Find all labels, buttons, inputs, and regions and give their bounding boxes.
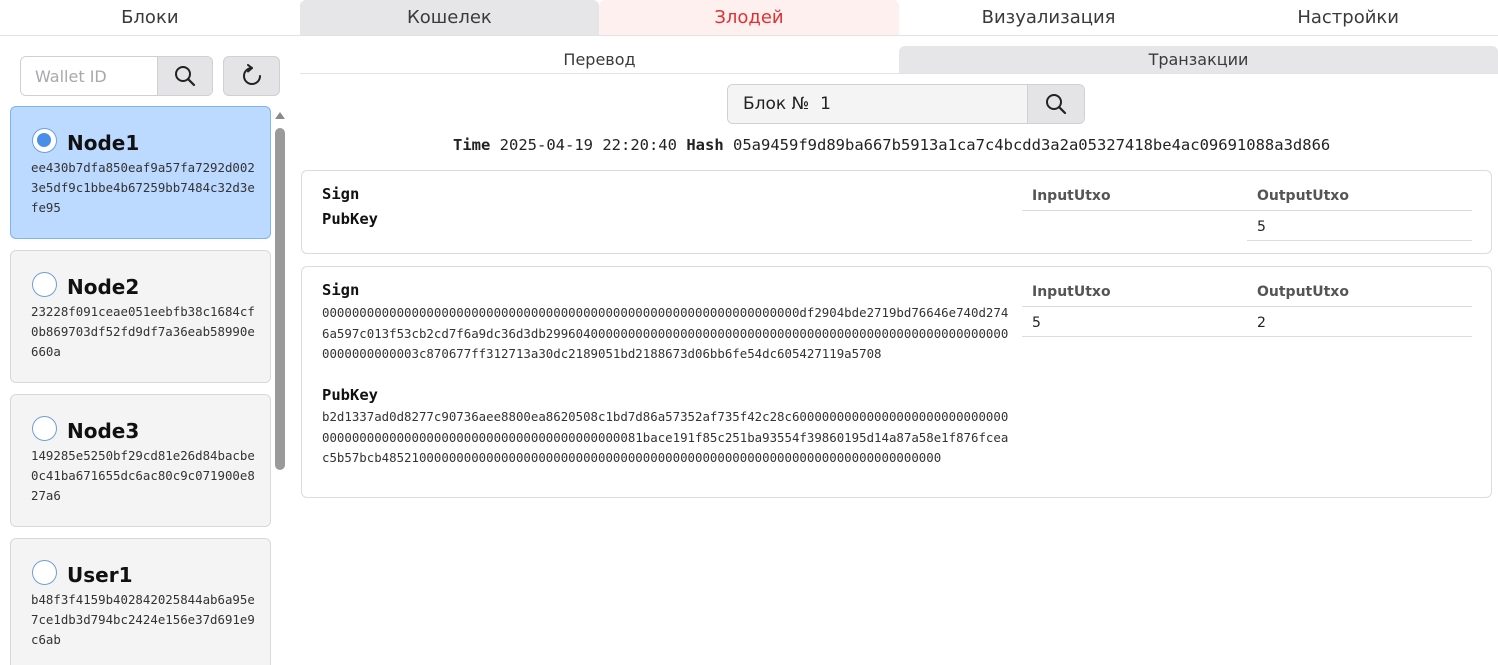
node-hash: 23228f091ceae051eebfb38c1684cf0b869703df…	[31, 304, 255, 359]
sub-tabs: Перевод Транзакции	[300, 46, 1498, 74]
node-name: User1	[67, 563, 133, 587]
refresh-icon	[242, 64, 261, 85]
node-radio[interactable]	[32, 416, 57, 441]
node-card-node1[interactable]: Node1 ee430b7dfa850eaf9a57fa7292d0023e5d…	[10, 106, 271, 239]
node-radio[interactable]	[32, 128, 57, 153]
sidebar-scrollbar[interactable]	[274, 112, 286, 665]
transaction-card: Sign 00000000000000000000000000000000000…	[301, 266, 1492, 498]
node-list: Node1 ee430b7dfa850eaf9a57fa7292d0023e5d…	[10, 106, 272, 665]
main-panel: Перевод Транзакции Time 2025-04-19 22:20…	[300, 36, 1498, 665]
scroll-up-arrow[interactable]	[275, 112, 285, 119]
tab-settings[interactable]: Настройки	[1198, 0, 1498, 35]
utxo-header: InputUtxo OutputUtxo	[1022, 183, 1472, 211]
block-meta: Time 2025-04-19 22:20:40 Hash 05a9459f9d…	[453, 136, 1330, 154]
time-value: 2025-04-19 22:20:40	[499, 136, 677, 154]
utxo-row: 5 2	[1022, 307, 1472, 337]
input-utxo-value: 5	[1022, 307, 1247, 337]
tab-visualization[interactable]: Визуализация	[899, 0, 1199, 35]
utxo-header: InputUtxo OutputUtxo	[1022, 279, 1472, 307]
node-name: Node3	[67, 419, 140, 443]
refresh-button[interactable]	[223, 56, 280, 96]
node-name: Node2	[67, 275, 140, 299]
node-hash: b48f3f4159b402842025844ab6a95e7ce1db3d79…	[31, 592, 255, 647]
node-hash: 149285e5250bf29cd81e26d84bacbe0c41ba6716…	[31, 448, 255, 503]
utxo-row: 5	[1022, 211, 1472, 241]
output-utxo-header: OutputUtxo	[1257, 188, 1349, 204]
node-radio[interactable]	[32, 560, 57, 585]
pubkey-label: PubKey	[322, 210, 378, 228]
tab-transactions[interactable]: Транзакции	[899, 46, 1498, 73]
sign-label: Sign	[322, 185, 360, 203]
node-name: Node1	[67, 131, 140, 155]
node-hash: ee430b7dfa850eaf9a57fa7292d0023e5df9c1bb…	[31, 160, 255, 215]
sidebar: Node1 ee430b7dfa850eaf9a57fa7292d0023e5d…	[0, 36, 298, 665]
search-icon	[175, 66, 196, 87]
wallet-search-group	[20, 56, 213, 96]
node-radio[interactable]	[32, 272, 57, 297]
hash-label: Hash	[686, 136, 724, 154]
pubkey-value: b2d1337ad0d8277c90736aee8800ea8620508c1b…	[322, 409, 1009, 465]
wallet-id-input[interactable]	[21, 57, 157, 95]
input-utxo-value	[1022, 211, 1247, 241]
transaction-card: Sign PubKey InputUtxo OutputUtxo 5	[301, 170, 1492, 254]
node-card-user1[interactable]: User1 b48f3f4159b402842025844ab6a95e7ce1…	[10, 538, 271, 665]
sign-label: Sign	[322, 281, 360, 299]
utxo-table: InputUtxo OutputUtxo 5	[1022, 183, 1472, 241]
utxo-table: InputUtxo OutputUtxo 5 2	[1022, 279, 1472, 337]
block-search-group	[727, 84, 1085, 124]
tab-blocks[interactable]: Блоки	[0, 0, 300, 35]
input-utxo-header: InputUtxo	[1032, 284, 1111, 300]
tab-villain[interactable]: Злодей	[599, 0, 899, 35]
wallet-search-button[interactable]	[157, 57, 212, 95]
node-card-node3[interactable]: Node3 149285e5250bf29cd81e26d84bacbe0c41…	[10, 394, 271, 527]
scroll-thumb[interactable]	[275, 128, 285, 470]
pubkey-label: PubKey	[322, 386, 378, 404]
output-utxo-header: OutputUtxo	[1257, 284, 1349, 300]
hash-value: 05a9459f9d89ba667b5913a1ca7c4bcdd3a2a053…	[733, 136, 1331, 154]
tab-wallet[interactable]: Кошелек	[299, 0, 600, 35]
sign-value: 0000000000000000000000000000000000000000…	[322, 305, 1009, 361]
time-label: Time	[453, 136, 491, 154]
block-number-input[interactable]	[728, 85, 1028, 123]
top-tabs: Блоки Кошелек Злодей Визуализация Настро…	[0, 0, 1498, 36]
output-utxo-value: 5	[1247, 211, 1472, 241]
output-utxo-value: 2	[1247, 307, 1472, 337]
search-icon	[1046, 94, 1067, 115]
node-card-node2[interactable]: Node2 23228f091ceae051eebfb38c1684cf0b86…	[10, 250, 271, 383]
input-utxo-header: InputUtxo	[1032, 188, 1111, 204]
tab-transfer[interactable]: Перевод	[300, 46, 899, 73]
block-search-button[interactable]	[1027, 85, 1084, 123]
